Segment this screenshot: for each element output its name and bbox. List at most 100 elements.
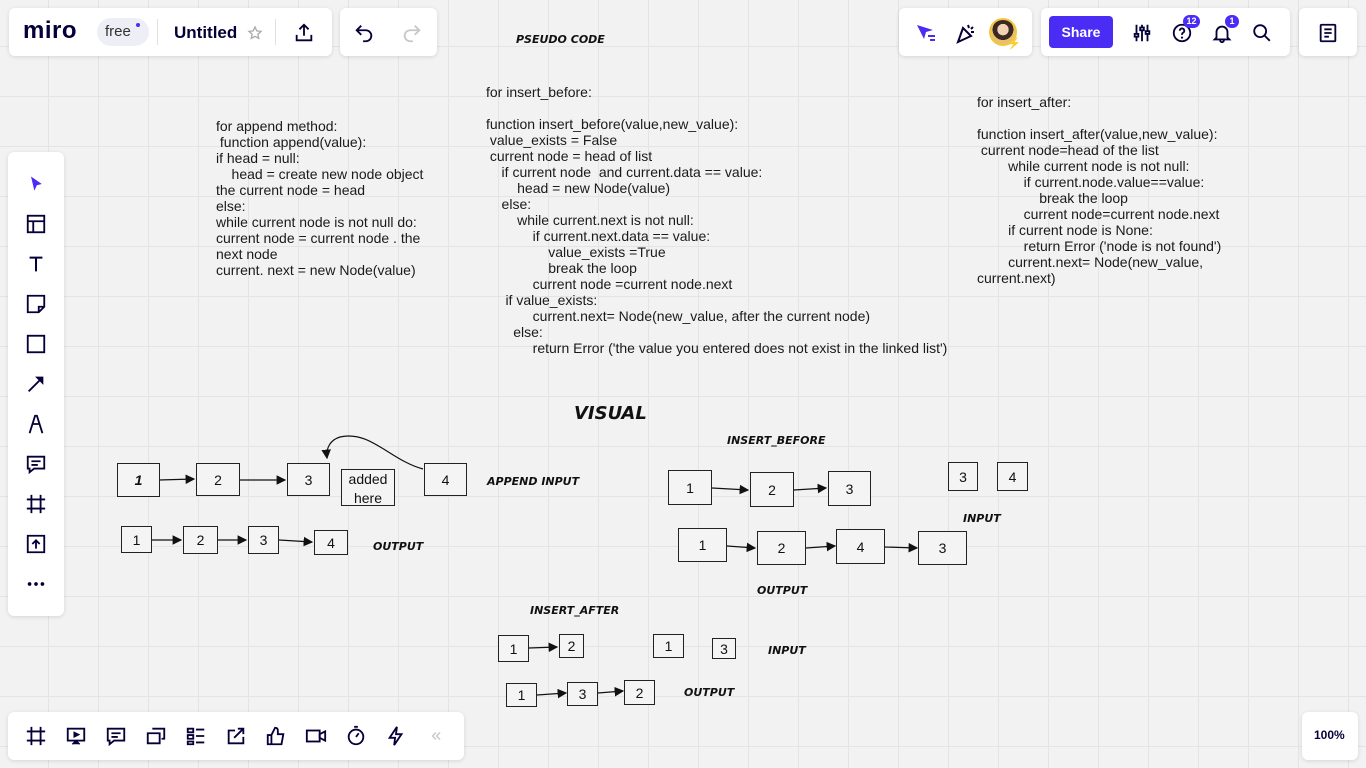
board-title[interactable]: Untitled bbox=[174, 23, 237, 43]
insert-before-node[interactable]: 2 bbox=[750, 472, 794, 507]
star-icon[interactable] bbox=[244, 22, 266, 44]
insert-after-output-node[interactable]: 2 bbox=[624, 680, 655, 705]
undo-redo-bar bbox=[340, 8, 437, 56]
bottom-toolbar bbox=[8, 712, 464, 760]
undo-icon[interactable] bbox=[351, 20, 377, 46]
frame-icon[interactable] bbox=[24, 492, 48, 516]
insert-before-title[interactable]: INSERT_BEFORE bbox=[727, 434, 825, 447]
plan-dot-icon bbox=[136, 23, 140, 27]
kanban-icon[interactable] bbox=[184, 724, 208, 748]
append-output-label[interactable]: OUTPUT bbox=[373, 540, 423, 553]
cursor-follow-icon[interactable] bbox=[913, 20, 939, 46]
insert-after-input-node[interactable]: 3 bbox=[712, 638, 736, 659]
plan-label: free bbox=[105, 23, 131, 40]
insert-after-pseudo-code[interactable]: for insert_after: function insert_after(… bbox=[977, 94, 1221, 286]
notifications-badge: 1 bbox=[1225, 15, 1239, 28]
celebrate-icon[interactable] bbox=[953, 20, 979, 46]
share-bar: Share 12 1 bbox=[1041, 8, 1290, 56]
insert-after-output-label[interactable]: OUTPUT bbox=[684, 686, 734, 699]
insert-before-output-node[interactable]: 4 bbox=[836, 529, 885, 564]
connector-arrow bbox=[883, 542, 919, 553]
insert-before-node[interactable]: 1 bbox=[668, 470, 712, 505]
append-output-node[interactable]: 4 bbox=[314, 530, 348, 555]
cards-icon[interactable] bbox=[144, 724, 168, 748]
insert-before-input-label[interactable]: INPUT bbox=[963, 512, 1001, 525]
select-icon[interactable] bbox=[24, 172, 48, 196]
collaboration-bar: ⚡ bbox=[899, 8, 1032, 56]
append-input-node[interactable]: 4 bbox=[424, 463, 467, 496]
share-button[interactable]: Share bbox=[1049, 16, 1113, 48]
connector-arrow bbox=[793, 483, 828, 494]
share-screen-icon[interactable] bbox=[224, 724, 248, 748]
connector-arrow bbox=[597, 686, 625, 697]
connector-arrow bbox=[711, 484, 750, 495]
insert-before-output-node[interactable]: 3 bbox=[918, 531, 967, 565]
text-icon[interactable] bbox=[24, 252, 48, 276]
append-output-node[interactable]: 3 bbox=[248, 526, 279, 554]
plan-badge[interactable]: free bbox=[97, 18, 149, 46]
connector-arrow bbox=[158, 474, 196, 485]
append-pseudo-code[interactable]: for append method: function append(value… bbox=[216, 118, 423, 278]
notes-panel-bar bbox=[1299, 8, 1357, 56]
append-input-node[interactable]: 2 bbox=[196, 463, 240, 496]
connector-arrow bbox=[278, 536, 314, 547]
help-badge: 12 bbox=[1183, 15, 1200, 28]
voting-icon[interactable] bbox=[264, 724, 288, 748]
insert-before-node[interactable]: 3 bbox=[828, 471, 871, 506]
insert-after-output-node[interactable]: 3 bbox=[567, 682, 598, 706]
append-output-node[interactable]: 2 bbox=[183, 526, 218, 554]
video-icon[interactable] bbox=[304, 724, 328, 748]
append-input-label[interactable]: APPEND INPUT bbox=[487, 475, 579, 488]
insert-before-output-node[interactable]: 2 bbox=[757, 531, 806, 565]
board-title-bar: miro free Untitled bbox=[9, 8, 332, 56]
share-button-label: Share bbox=[1061, 24, 1101, 40]
visual-title[interactable]: VISUAL bbox=[574, 403, 647, 424]
append-output-node[interactable]: 1 bbox=[121, 526, 152, 553]
insert-after-title[interactable]: INSERT_AFTER bbox=[530, 604, 619, 617]
comments-icon[interactable] bbox=[104, 724, 128, 748]
zoom-level: 100% bbox=[1314, 728, 1345, 742]
shape-icon[interactable] bbox=[24, 332, 48, 356]
insert-before-pseudo-code[interactable]: for insert_before: function insert_befor… bbox=[486, 84, 947, 356]
comment-icon[interactable] bbox=[24, 452, 48, 476]
connector-arrow bbox=[321, 435, 424, 470]
redo-icon[interactable] bbox=[399, 20, 425, 46]
lightning-icon[interactable] bbox=[384, 724, 408, 748]
timer-icon[interactable] bbox=[344, 724, 368, 748]
collapse-icon[interactable] bbox=[426, 726, 446, 746]
connector-arrow bbox=[528, 642, 559, 653]
upload-icon[interactable] bbox=[24, 532, 48, 556]
insert-after-node[interactable]: 1 bbox=[498, 635, 529, 662]
templates-icon[interactable] bbox=[24, 212, 48, 236]
insert-before-output-node[interactable]: 1 bbox=[678, 528, 727, 562]
append-added-here-node[interactable]: added here bbox=[341, 469, 395, 506]
more-icon[interactable] bbox=[24, 572, 48, 596]
connector-arrow bbox=[536, 688, 568, 699]
connector-arrow bbox=[805, 541, 837, 552]
left-toolbar bbox=[8, 152, 64, 616]
connector-arrow bbox=[726, 542, 757, 553]
present-icon[interactable] bbox=[64, 724, 88, 748]
pseudo-code-title[interactable]: PSEUDO CODE bbox=[516, 33, 605, 46]
settings-sliders-icon[interactable] bbox=[1129, 20, 1155, 46]
append-input-node[interactable]: 1 bbox=[117, 463, 160, 497]
insert-after-node[interactable]: 2 bbox=[559, 634, 584, 658]
insert-before-input-node[interactable]: 4 bbox=[997, 462, 1028, 491]
insert-after-output-node[interactable]: 1 bbox=[506, 683, 537, 707]
zoom-control[interactable]: 100% bbox=[1302, 712, 1358, 760]
insert-before-output-label[interactable]: OUTPUT bbox=[757, 584, 807, 597]
arrow-icon[interactable] bbox=[24, 372, 48, 396]
search-icon[interactable] bbox=[1249, 20, 1275, 46]
insert-after-input-node[interactable]: 1 bbox=[653, 634, 684, 658]
frames-icon[interactable] bbox=[24, 724, 48, 748]
sticky-note-icon[interactable] bbox=[24, 292, 48, 316]
miro-logo[interactable]: miro bbox=[23, 17, 77, 45]
insert-before-input-node[interactable]: 3 bbox=[948, 462, 978, 491]
title-divider-2 bbox=[275, 19, 276, 45]
append-input-node[interactable]: 3 bbox=[287, 463, 330, 496]
pen-icon[interactable] bbox=[24, 412, 48, 436]
title-divider bbox=[157, 19, 158, 45]
insert-after-input-label[interactable]: INPUT bbox=[768, 644, 806, 657]
notes-icon[interactable] bbox=[1315, 20, 1341, 46]
export-icon[interactable] bbox=[291, 20, 317, 46]
